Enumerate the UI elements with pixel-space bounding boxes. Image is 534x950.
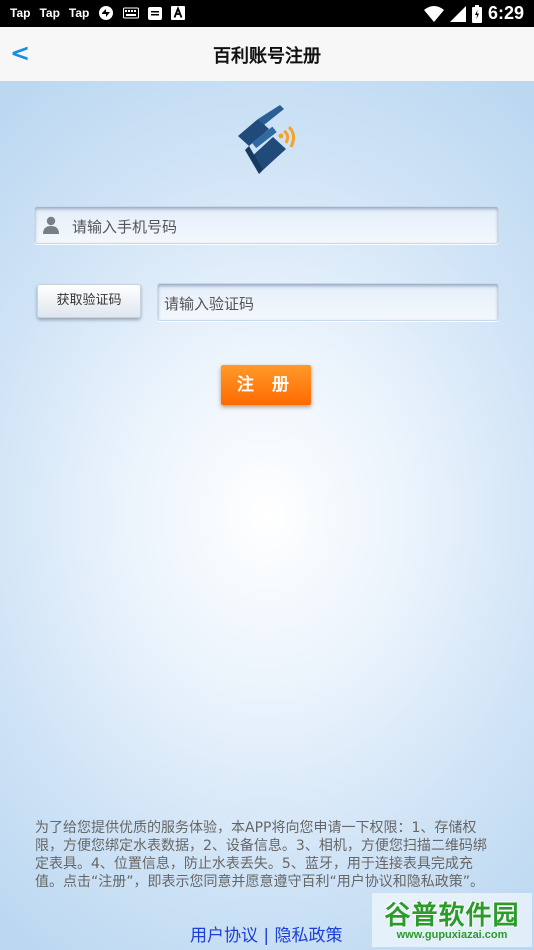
signal-icon — [449, 5, 466, 22]
status-bar: Tap Tap Tap 6:29 — [0, 0, 534, 27]
keyboard-icon — [123, 7, 140, 19]
verification-code-input[interactable]: 请输入验证码 — [157, 283, 499, 321]
sync-icon — [99, 6, 114, 20]
app-bar: < 百利账号注册 — [0, 27, 534, 81]
status-time: 6:29 — [487, 3, 524, 23]
message-icon — [148, 6, 163, 20]
watermark-name: 谷普软件园 — [384, 901, 520, 931]
phone-input[interactable]: 请输入手机号码 — [34, 206, 499, 244]
tap-app-indicator: Tap — [68, 6, 90, 20]
a-icon — [171, 6, 186, 20]
user-icon — [43, 216, 59, 234]
agreement-links: 用户协议 | 隐私政策 — [190, 921, 343, 946]
watermark-url: www.gupuxiazai.com — [396, 929, 508, 941]
wifi-icon — [423, 5, 444, 22]
battery-icon — [471, 4, 482, 23]
tap-app-indicator: Tap — [39, 6, 60, 20]
phone-input-placeholder: 请输入手机号码 — [72, 218, 178, 236]
privacy-policy-link[interactable]: 隐私政策 — [275, 926, 343, 946]
app-logo — [238, 105, 296, 174]
link-separator: | — [263, 926, 270, 946]
watermark: 谷普软件园 www.gupuxiazai.com — [372, 893, 532, 947]
code-input-placeholder: 请输入验证码 — [164, 295, 255, 313]
register-button[interactable]: 注 册 — [221, 365, 311, 405]
user-agreement-link[interactable]: 用户协议 — [190, 926, 258, 946]
tap-app-indicator: Tap — [10, 6, 31, 20]
register-form-area: 请输入手机号码 获取验证码 请输入验证码 注 册 为了给您提供优质的服务体验，本… — [0, 81, 534, 950]
permission-notice: 为了给您提供优质的服务体验，本APP将向您申请一下权限：1、存储权限，方便您绑定… — [35, 820, 487, 890]
get-code-button[interactable]: 获取验证码 — [37, 284, 141, 318]
page-title: 百利账号注册 — [213, 46, 321, 67]
